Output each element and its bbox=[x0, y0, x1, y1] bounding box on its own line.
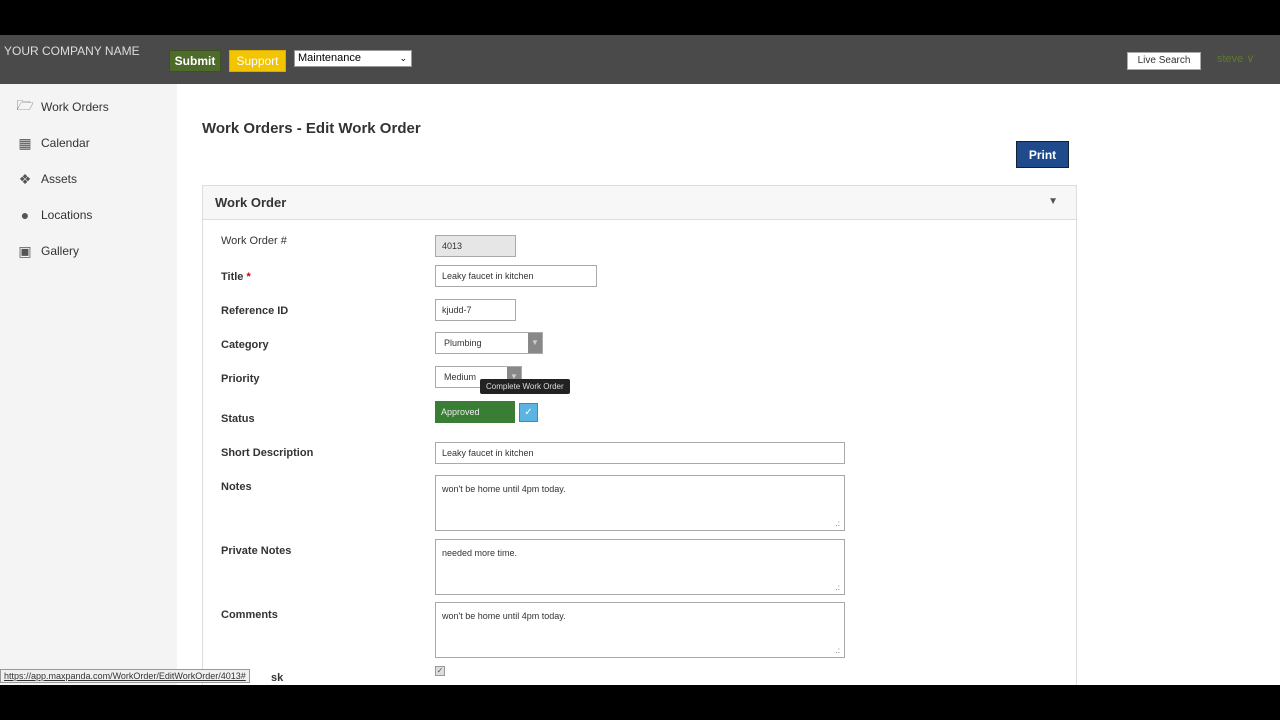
chevron-down-icon: ⌄ bbox=[399, 53, 407, 63]
private-notes-label: Private Notes bbox=[221, 545, 292, 557]
status-badge: Approved bbox=[435, 401, 515, 423]
complete-work-order-button[interactable]: ✓ bbox=[519, 403, 538, 422]
priority-label: Priority bbox=[221, 373, 260, 385]
chevron-down-icon: ▼ bbox=[528, 333, 542, 353]
browser-status-url: https://app.maxpanda.com/WorkOrder/EditW… bbox=[0, 669, 250, 683]
resize-grip-icon[interactable]: .: bbox=[836, 583, 840, 592]
short-description-input[interactable]: Leaky faucet in kitchen bbox=[435, 442, 845, 464]
map-marker-icon: ● bbox=[20, 207, 30, 223]
status-label: Status bbox=[221, 413, 255, 425]
comments-text: won't be home until 4pm today. bbox=[442, 611, 566, 621]
submit-button[interactable]: Submit bbox=[169, 50, 221, 72]
reference-id-label: Reference ID bbox=[221, 305, 289, 317]
comments-textarea[interactable]: won't be home until 4pm today..: bbox=[435, 602, 845, 658]
user-menu[interactable]: steve ∨ bbox=[1217, 52, 1254, 65]
notes-label: Notes bbox=[221, 481, 252, 493]
category-label: Category bbox=[221, 339, 269, 351]
support-button[interactable]: Support bbox=[229, 50, 286, 72]
sidebar: 🗁 Work Orders ▦ Calendar ❖ Assets ● Location… bbox=[0, 84, 177, 685]
caret-down-icon[interactable]: ▼ bbox=[1048, 196, 1058, 207]
check-circle-icon: ✓ bbox=[524, 407, 533, 418]
calendar-icon: ▦ bbox=[18, 134, 32, 151]
sidebar-item-locations[interactable]: ● Locations bbox=[0, 197, 177, 233]
title-input[interactable]: Leaky faucet in kitchen bbox=[435, 265, 597, 287]
resize-grip-icon[interactable]: .: bbox=[836, 519, 840, 528]
screen: YOUR COMPANY NAME Submit Support Mainten… bbox=[0, 35, 1280, 685]
priority-value: Medium bbox=[444, 372, 477, 382]
sidebar-item-assets[interactable]: ❖ Assets bbox=[0, 161, 177, 197]
title-label: Title * bbox=[221, 271, 251, 283]
title-label-text: Title bbox=[221, 271, 244, 283]
task-checkbox[interactable]: ✓ bbox=[435, 666, 445, 676]
resize-grip-icon[interactable]: .: bbox=[836, 646, 840, 655]
sidebar-item-calendar[interactable]: ▦ Calendar bbox=[0, 125, 177, 161]
sidebar-item-label: Locations bbox=[41, 208, 93, 222]
notes-textarea[interactable]: won't be home until 4pm today..: bbox=[435, 475, 845, 531]
work-order-number-label: Work Order # bbox=[221, 235, 287, 247]
category-value: Plumbing bbox=[444, 338, 482, 348]
private-notes-text: needed more time. bbox=[442, 548, 518, 558]
panel-header[interactable]: Work Order ▼ bbox=[203, 186, 1076, 220]
comments-label: Comments bbox=[221, 609, 278, 621]
tags-icon: ❖ bbox=[18, 170, 32, 187]
page-title: Work Orders - Edit Work Order bbox=[202, 120, 421, 137]
checkbox-label: sk bbox=[271, 672, 284, 684]
folder-open-icon: 🗁 bbox=[16, 97, 34, 113]
complete-tooltip: Complete Work Order bbox=[480, 379, 570, 394]
live-search-button[interactable]: Live Search bbox=[1127, 52, 1201, 70]
notes-text: won't be home until 4pm today. bbox=[442, 484, 566, 494]
print-button[interactable]: Print bbox=[1016, 141, 1069, 168]
panel-title: Work Order bbox=[215, 195, 287, 210]
module-select[interactable]: Maintenance ⌄ bbox=[294, 50, 412, 67]
sidebar-item-label: Work Orders bbox=[41, 100, 109, 114]
required-marker: * bbox=[246, 271, 251, 283]
top-bar: YOUR COMPANY NAME Submit Support Mainten… bbox=[0, 35, 1280, 84]
work-order-number-field: 4013 bbox=[435, 235, 516, 257]
sidebar-item-label: Calendar bbox=[41, 136, 90, 150]
chevron-down-icon: ∨ bbox=[1246, 53, 1255, 65]
image-icon: ▣ bbox=[18, 242, 32, 259]
category-select[interactable]: Plumbing ▼ bbox=[435, 332, 543, 354]
company-name: YOUR COMPANY NAME bbox=[4, 44, 140, 58]
sidebar-item-work-orders[interactable]: 🗁 Work Orders bbox=[0, 89, 177, 125]
short-description-label: Short Description bbox=[221, 447, 314, 459]
sidebar-item-gallery[interactable]: ▣ Gallery bbox=[0, 233, 177, 269]
module-select-value: Maintenance bbox=[298, 52, 361, 64]
sidebar-item-label: Gallery bbox=[41, 244, 80, 258]
reference-id-input[interactable]: kjudd-7 bbox=[435, 299, 516, 321]
private-notes-textarea[interactable]: needed more time..: bbox=[435, 539, 845, 595]
user-name: steve bbox=[1217, 53, 1244, 65]
sidebar-item-label: Assets bbox=[41, 172, 78, 186]
